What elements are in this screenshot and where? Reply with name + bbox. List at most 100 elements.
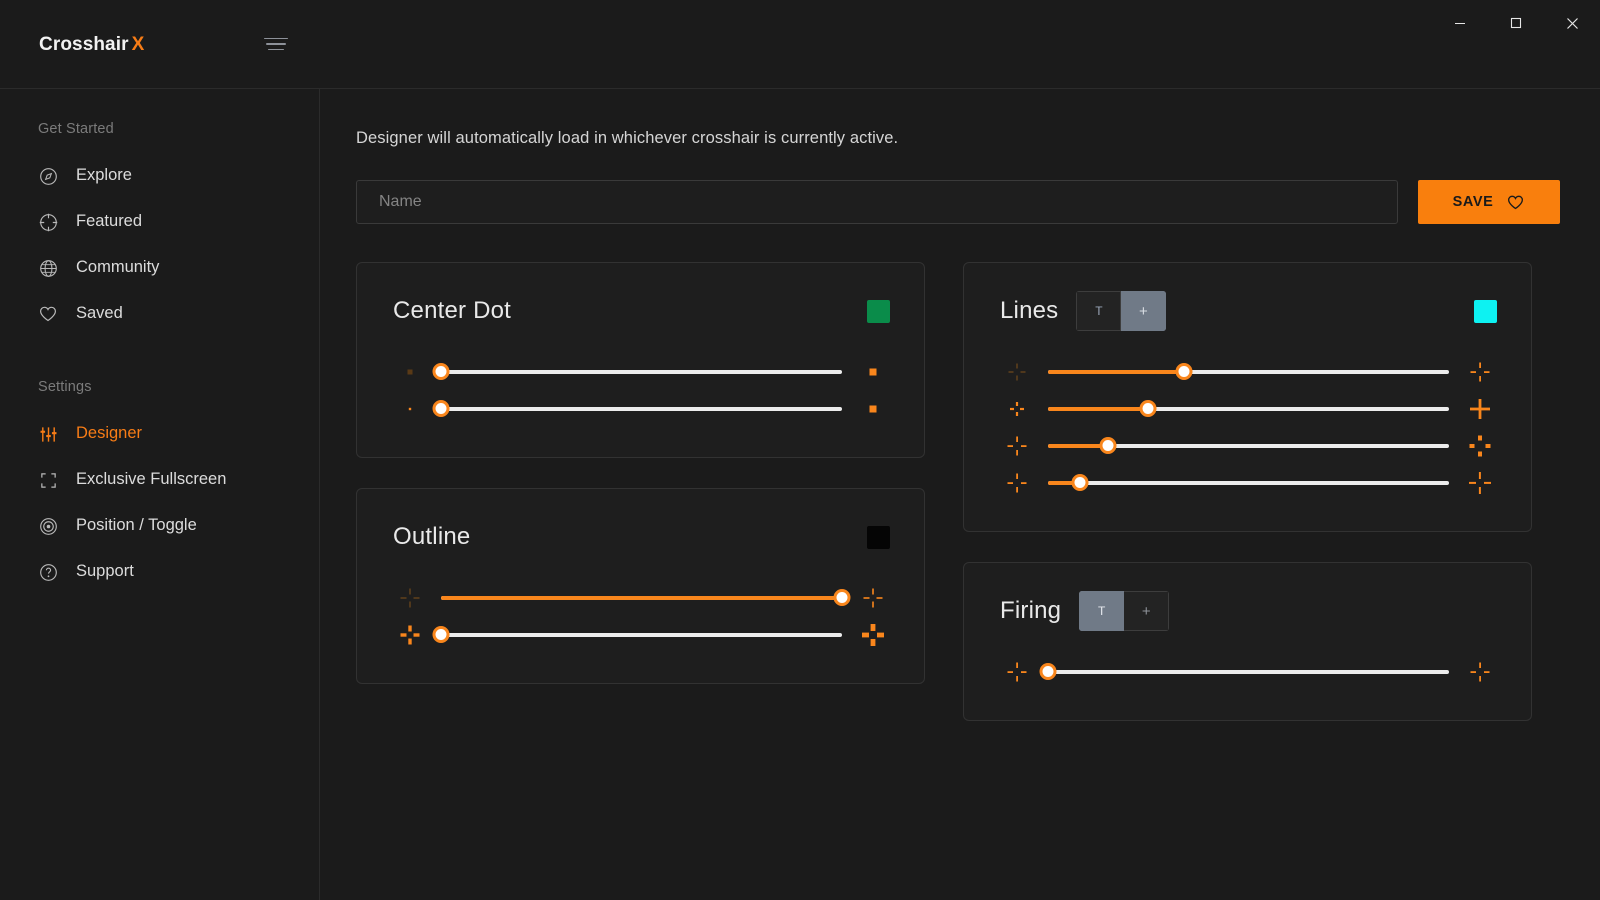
sidebar: Get Started Explore Featured Community — [0, 88, 320, 900]
dot-square-icon — [856, 364, 890, 380]
save-button[interactable]: SAVE — [1418, 180, 1560, 224]
crosshair-dim-icon — [1000, 362, 1034, 382]
sidebar-item-featured[interactable]: Featured — [0, 199, 319, 245]
crosshair-name-input[interactable] — [356, 180, 1398, 224]
sidebar-item-label: Saved — [76, 305, 123, 323]
hamburger-line — [266, 43, 286, 45]
panel-grid: Center Dot — [356, 262, 1560, 721]
slider-thumb[interactable] — [1040, 663, 1057, 680]
heart-icon — [38, 304, 58, 324]
minimize-icon — [1454, 17, 1466, 29]
color-swatch-lines[interactable] — [1474, 300, 1497, 323]
sidebar-item-label: Exclusive Fullscreen — [76, 471, 226, 489]
slider-thumb[interactable] — [1176, 363, 1193, 380]
dot-small-icon — [393, 401, 427, 417]
toggle-label: + — [1142, 603, 1151, 620]
close-icon — [1566, 17, 1579, 30]
crosshair-gap-icon — [1463, 661, 1497, 683]
panel-column-left: Center Dot — [356, 262, 925, 684]
slider-thumb[interactable] — [433, 400, 450, 417]
window-controls — [1432, 0, 1600, 46]
slider-row-firing-error — [1000, 653, 1497, 690]
slider-thumb[interactable] — [433, 363, 450, 380]
crosshair-bold-icon — [856, 623, 890, 647]
main-content: Designer will automatically load in whic… — [320, 88, 1600, 900]
sidebar-item-exclusive-fullscreen[interactable]: Exclusive Fullscreen — [0, 457, 319, 503]
title-bar: CrosshairX — [0, 0, 1600, 88]
toggle-label: T — [1095, 304, 1102, 318]
brand-accent: X — [132, 34, 145, 55]
panel-header: Outline — [393, 517, 890, 557]
slider-thumb[interactable] — [1140, 400, 1157, 417]
app-brand: CrosshairX — [39, 34, 144, 56]
hamburger-line — [264, 38, 288, 40]
slider-row-lines-gap — [1000, 427, 1497, 464]
slider-center-dot-opacity[interactable] — [441, 398, 842, 420]
maximize-button[interactable] — [1488, 0, 1544, 46]
slider-thumb[interactable] — [834, 589, 851, 606]
hamburger-line — [268, 49, 284, 51]
color-swatch-outline[interactable] — [867, 526, 890, 549]
slider-row-lines-length — [1000, 353, 1497, 390]
window-body: Get Started Explore Featured Community — [0, 88, 1600, 900]
slider-outline-thickness[interactable] — [441, 587, 842, 609]
slider-lines-opacity[interactable] — [1048, 472, 1449, 494]
designer-hint-text: Designer will automatically load in whic… — [356, 129, 1560, 148]
slider-row-outline-thickness — [393, 579, 890, 616]
sidebar-item-position-toggle[interactable]: Position / Toggle — [0, 503, 319, 549]
slider-thumb[interactable] — [433, 626, 450, 643]
brand-name: Crosshair — [39, 34, 129, 55]
slider-lines-thickness[interactable] — [1048, 398, 1449, 420]
panel-title: Firing — [1000, 597, 1061, 625]
minimize-button[interactable] — [1432, 0, 1488, 46]
crosshair-small-icon — [1000, 400, 1034, 418]
slider-track — [441, 370, 842, 374]
color-swatch-center-dot[interactable] — [867, 300, 890, 323]
sidebar-item-label: Designer — [76, 425, 142, 443]
panel-firing: Firing T + — [963, 562, 1532, 721]
sidebar-item-support[interactable]: Support — [0, 549, 319, 595]
toggle-group-firing: T + — [1079, 591, 1169, 631]
slider-center-dot-size[interactable] — [441, 361, 842, 383]
slider-fill — [441, 596, 842, 600]
toggle-label: + — [1139, 303, 1148, 320]
hamburger-menu-icon[interactable] — [264, 34, 288, 54]
toggle-lines-t[interactable]: T — [1076, 291, 1121, 331]
panel-title: Center Dot — [393, 297, 511, 325]
slider-firing-error[interactable] — [1048, 661, 1449, 683]
sidebar-item-designer[interactable]: Designer — [0, 411, 319, 457]
sidebar-item-saved[interactable]: Saved — [0, 291, 319, 337]
target-icon — [38, 516, 58, 536]
help-icon — [38, 562, 58, 582]
toggle-lines-plus[interactable]: + — [1121, 291, 1166, 331]
close-button[interactable] — [1544, 0, 1600, 46]
sidebar-item-label: Support — [76, 563, 134, 581]
maximize-icon — [1510, 17, 1522, 29]
sidebar-item-label: Position / Toggle — [76, 517, 197, 535]
sidebar-section-settings: Settings — [0, 379, 319, 395]
slider-lines-length[interactable] — [1048, 361, 1449, 383]
panel-center-dot: Center Dot — [356, 262, 925, 458]
crosshair-tall-icon — [1463, 471, 1497, 495]
slider-lines-gap[interactable] — [1048, 435, 1449, 457]
slider-fill — [1048, 370, 1184, 374]
crosshair-thin-dim-icon — [393, 587, 427, 609]
sidebar-item-explore[interactable]: Explore — [0, 153, 319, 199]
crosshair-wide-gap-icon — [1463, 434, 1497, 458]
slider-outline-opacity[interactable] — [441, 624, 842, 646]
crosshair-icon — [38, 212, 58, 232]
toggle-firing-plus[interactable]: + — [1124, 591, 1169, 631]
slider-track — [1048, 481, 1449, 485]
slider-thumb[interactable] — [1100, 437, 1117, 454]
crosshair-gap-icon — [1463, 361, 1497, 383]
slider-row-lines-thickness — [1000, 390, 1497, 427]
sidebar-item-label: Featured — [76, 213, 142, 231]
sidebar-item-label: Community — [76, 259, 159, 277]
slider-thumb[interactable] — [1072, 474, 1089, 491]
slider-row-lines-opacity — [1000, 464, 1497, 501]
crosshair-gap-icon — [1000, 435, 1034, 457]
toggle-firing-t[interactable]: T — [1079, 591, 1124, 631]
sidebar-item-community[interactable]: Community — [0, 245, 319, 291]
slider-track — [1048, 670, 1449, 674]
panel-header: Lines T + — [1000, 291, 1497, 331]
